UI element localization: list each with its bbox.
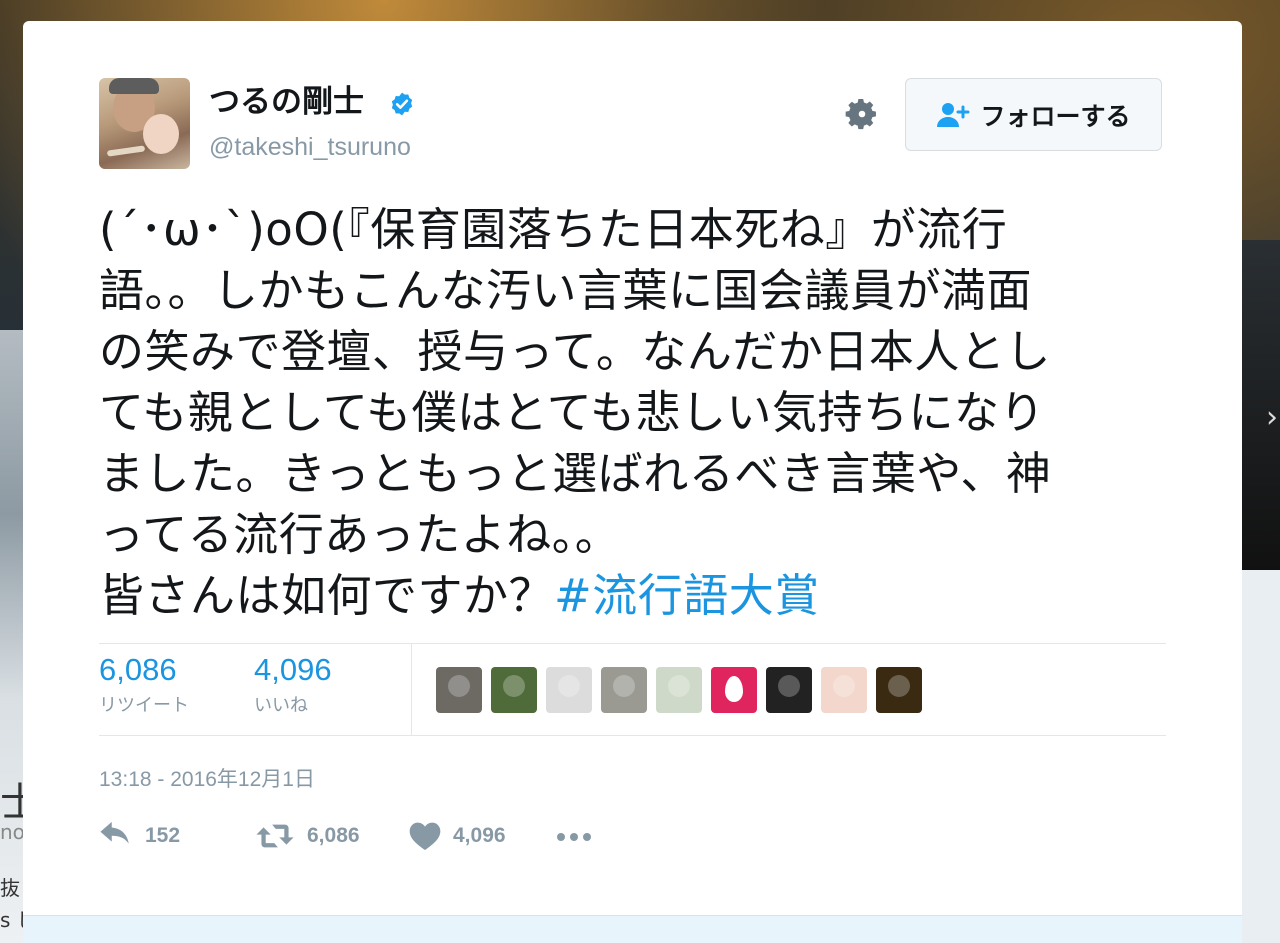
stats-divider	[411, 644, 412, 735]
more-button[interactable]	[555, 825, 595, 849]
follow-button-label: フォローする	[980, 101, 1131, 131]
follow-button[interactable]: フォローする	[905, 78, 1162, 151]
reply-count: 152	[145, 824, 181, 847]
liker-egg-icon[interactable]	[711, 667, 757, 713]
verified-badge-icon	[391, 92, 413, 116]
tweet-timestamp[interactable]: 13:18 - 2016年12月1日	[99, 763, 315, 793]
tweet-stats: 6,086 リツイート 4,096 いいね	[99, 643, 1166, 736]
liker-dark-icon[interactable]	[876, 667, 922, 713]
retweet-stat[interactable]: 6,086 リツイート	[99, 652, 189, 717]
background-right-panel	[1242, 570, 1280, 943]
reply-icon	[100, 821, 129, 844]
tweet-modal: つるの剛士 @takeshi_tsuruno フォローする (´･ω･`)oO(…	[23, 21, 1242, 943]
background-char: no	[0, 820, 25, 844]
liker-cat-icon[interactable]	[601, 667, 647, 713]
tweet-text: (´･ω･`)oO(『保育園落ちた日本死ね』が流行 語。。しかもこんな汚い言葉に…	[99, 199, 1159, 626]
like-button[interactable]: 4,096	[409, 821, 506, 851]
hashtag-link[interactable]: #流行語大賞	[554, 569, 820, 622]
reply-area[interactable]	[23, 915, 1242, 943]
background-char: 抜	[0, 876, 20, 900]
liker-photo-icon[interactable]	[436, 667, 482, 713]
follow-person-plus-icon	[937, 102, 970, 127]
retweet-count: 6,086	[99, 652, 177, 687]
liker-anime-icon[interactable]	[766, 667, 812, 713]
liker-avatars	[436, 667, 922, 713]
like-stat[interactable]: 4,096 いいね	[254, 652, 332, 717]
avatar[interactable]	[99, 78, 190, 169]
retweet-label: リツイート	[99, 695, 189, 717]
heart-icon	[409, 822, 441, 850]
background-profile-strip	[0, 330, 24, 943]
more-dots-icon	[557, 833, 591, 841]
like-label: いいね	[254, 695, 308, 717]
retweet-action-count: 6,086	[307, 824, 360, 847]
liker-person-icon[interactable]	[656, 667, 702, 713]
next-arrow-icon[interactable]: ›	[1266, 400, 1278, 435]
gear-icon[interactable]	[844, 96, 880, 132]
tweet-body: (´･ω･`)oO(『保育園落ちた日本死ね』が流行 語。。しかもこんな汚い言葉に…	[99, 203, 1052, 622]
like-action-count: 4,096	[453, 824, 506, 847]
liker-girl-icon[interactable]	[821, 667, 867, 713]
retweet-icon	[256, 824, 294, 848]
retweet-button[interactable]: 6,086	[255, 821, 360, 851]
user-handle[interactable]: @takeshi_tsuruno	[209, 133, 411, 162]
reply-button[interactable]: 152	[99, 821, 180, 851]
liker-waterfall-icon[interactable]	[491, 667, 537, 713]
liker-drawing-icon[interactable]	[546, 667, 592, 713]
user-display-name[interactable]: つるの剛士	[209, 87, 364, 118]
like-count: 4,096	[254, 652, 332, 687]
